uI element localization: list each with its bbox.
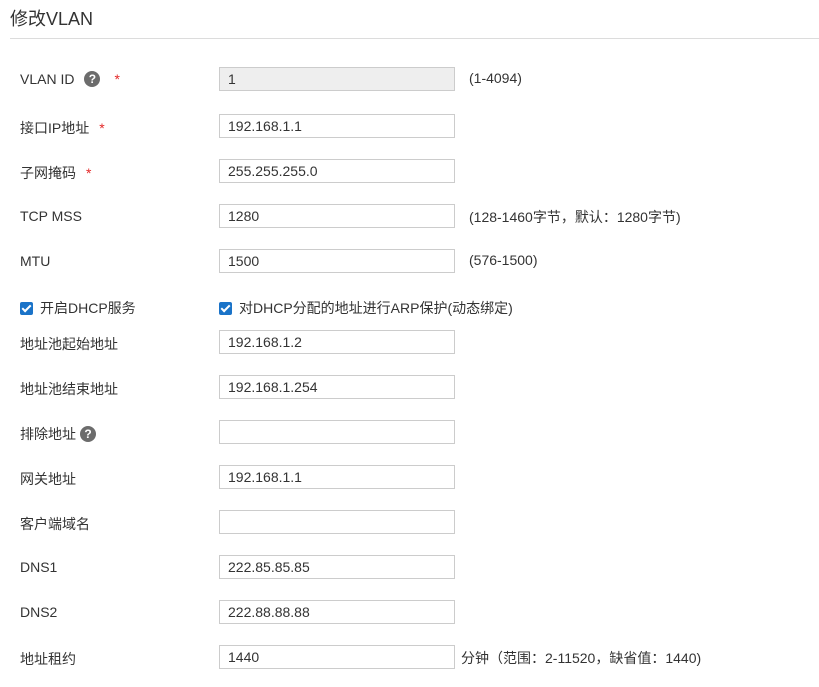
mtu-input[interactable] — [219, 249, 455, 273]
help-icon[interactable]: ? — [80, 426, 96, 442]
tcp-mss-row: TCP MSS (128-1460字节，默认：1280字节) — [0, 203, 819, 231]
exclude-label-group: 排除地址 ? — [20, 424, 96, 444]
pool-start-label: 地址池起始地址 — [20, 336, 118, 352]
interface-ip-row: 接口IP地址 * — [0, 113, 819, 141]
title-divider — [10, 38, 819, 39]
vlan-id-input[interactable] — [219, 67, 455, 91]
vlan-id-label: VLAN ID — [20, 71, 75, 87]
page-title: 修改VLAN — [10, 9, 94, 29]
vlan-id-hint: (1-4094) — [469, 70, 522, 86]
exclude-label: 排除地址 — [20, 426, 76, 442]
lease-input[interactable] — [219, 645, 455, 669]
tcp-mss-input[interactable] — [219, 204, 455, 228]
tcp-mss-hint: (128-1460字节，默认：1280字节) — [469, 209, 681, 225]
tcp-mss-label: TCP MSS — [20, 208, 82, 224]
mtu-row: MTU (576-1500) — [0, 248, 819, 276]
gateway-input[interactable] — [219, 465, 455, 489]
dns1-row: DNS1 — [0, 554, 819, 582]
help-icon[interactable]: ? — [84, 71, 101, 87]
lease-row: 地址租约 分钟（范围：2-11520，缺省值：1440) — [0, 644, 819, 672]
subnet-mask-label-group: 子网掩码 * — [20, 163, 91, 183]
interface-ip-label: 接口IP地址 — [20, 120, 90, 136]
lease-hint: 分钟（范围：2-11520，缺省值：1440) — [461, 650, 702, 666]
lease-label: 地址租约 — [20, 651, 76, 667]
exclude-input[interactable] — [219, 420, 455, 444]
arp-protect-checkbox[interactable]: 对DHCP分配的地址进行ARP保护(动态绑定) — [219, 298, 513, 318]
dns2-input[interactable] — [219, 600, 455, 624]
pool-start-input[interactable] — [219, 330, 455, 354]
pool-end-label: 地址池结束地址 — [20, 381, 118, 397]
dns1-label: DNS1 — [20, 559, 58, 575]
dns2-label: DNS2 — [20, 604, 58, 620]
dns2-row: DNS2 — [0, 599, 819, 627]
gateway-row: 网关地址 — [0, 464, 819, 492]
exclude-row: 排除地址 ? — [0, 419, 819, 447]
domain-input[interactable] — [219, 510, 455, 534]
vlan-id-label-group: VLAN ID ? * — [20, 71, 120, 87]
subnet-mask-row: 子网掩码 * — [0, 158, 819, 186]
enable-dhcp-label: 开启DHCP服务 — [40, 300, 136, 316]
pool-start-row: 地址池起始地址 — [0, 329, 819, 357]
mtu-hint: (576-1500) — [469, 252, 538, 268]
enable-dhcp-checkbox[interactable]: 开启DHCP服务 — [20, 298, 136, 318]
dhcp-options-row: 开启DHCP服务 对DHCP分配的地址进行ARP保护(动态绑定) — [0, 293, 819, 321]
mtu-label: MTU — [20, 253, 51, 269]
pool-end-row: 地址池结束地址 — [0, 374, 819, 402]
required-mark: * — [86, 165, 92, 181]
domain-row: 客户端域名 — [0, 509, 819, 537]
checkbox-checked-icon[interactable] — [20, 301, 33, 315]
arp-protect-label: 对DHCP分配的地址进行ARP保护(动态绑定) — [239, 300, 513, 316]
vlan-id-row: VLAN ID ? * (1-4094) — [0, 66, 819, 94]
checkbox-checked-icon[interactable] — [219, 301, 232, 315]
interface-ip-input[interactable] — [219, 114, 455, 138]
pool-end-input[interactable] — [219, 375, 455, 399]
domain-label: 客户端域名 — [20, 516, 90, 532]
dns1-input[interactable] — [219, 555, 455, 579]
gateway-label: 网关地址 — [20, 471, 76, 487]
interface-ip-label-group: 接口IP地址 * — [20, 118, 105, 138]
subnet-mask-label: 子网掩码 — [20, 165, 76, 181]
required-mark: * — [99, 120, 105, 136]
required-mark: * — [114, 71, 120, 87]
subnet-mask-input[interactable] — [219, 159, 455, 183]
